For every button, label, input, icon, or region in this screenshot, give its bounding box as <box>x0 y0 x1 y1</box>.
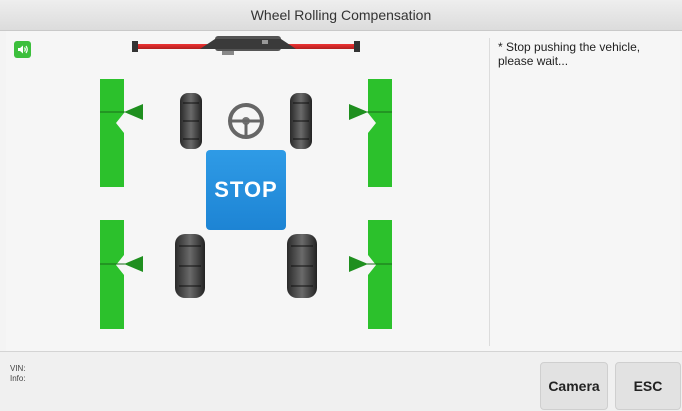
wheelbase-bar-icon <box>132 36 360 55</box>
front-left-target-indicator <box>100 79 143 187</box>
front-right-tire-icon <box>290 93 312 149</box>
front-right-target-indicator <box>349 79 392 187</box>
rear-right-target-indicator <box>349 220 392 329</box>
stop-sign-label: STOP <box>214 177 278 202</box>
window-title: Wheel Rolling Compensation <box>0 0 682 31</box>
info-label: Info: <box>10 374 26 383</box>
camera-button[interactable]: Camera <box>540 362 608 410</box>
stop-sign: STOP <box>206 150 286 230</box>
status-message: * Stop pushing the vehicle, please wait.… <box>498 40 641 68</box>
vin-label: VIN: <box>10 364 26 373</box>
steering-wheel-icon <box>228 103 264 139</box>
rear-right-tire-icon <box>287 234 317 298</box>
front-left-tire-icon <box>180 93 202 149</box>
rear-left-target-indicator <box>100 220 143 329</box>
esc-button[interactable]: ESC <box>615 362 681 410</box>
rear-left-tire-icon <box>175 234 205 298</box>
